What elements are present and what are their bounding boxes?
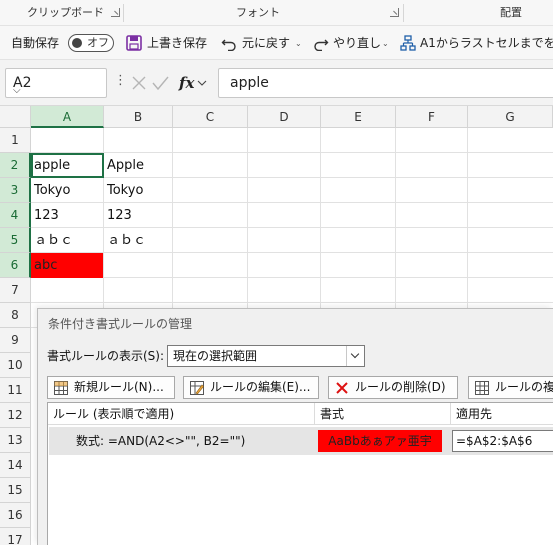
rule-row[interactable]: 数式: =AND(A2<>"", B2="") AaBbあぁアァ亜宇 =$A$2… xyxy=(49,427,553,455)
dialog-title: 条件付き書式ルールの管理 xyxy=(48,317,193,331)
row-header[interactable]: 1 xyxy=(0,128,31,153)
row-header[interactable]: 11 xyxy=(0,378,31,403)
column-header-f[interactable]: F xyxy=(396,106,468,128)
column-header-a[interactable]: A xyxy=(31,106,104,128)
select-to-last-cell-button[interactable]: A1からラストセルまでを選択 xyxy=(420,26,553,60)
ribbon-divider xyxy=(403,4,404,22)
column-header-d[interactable]: D xyxy=(248,106,321,128)
rule-column-header[interactable]: ルール (表示順で適用) xyxy=(48,403,315,425)
row-header[interactable]: 8 xyxy=(0,303,31,328)
show-rules-label: 書式ルールの表示(S): xyxy=(47,349,165,363)
ribbon-group-clipboard: クリップボード xyxy=(27,6,104,19)
name-box-dropdown-icon[interactable]: ⌵ xyxy=(13,77,100,105)
ribbon-group-labels: クリップボード フォント 配置 xyxy=(0,0,553,26)
rules-list: ルール (表示順で適用) 書式 適用先 数式: =AND(A2<>"", B2=… xyxy=(47,402,553,545)
gridline xyxy=(31,277,553,278)
cell-a6[interactable]: abc xyxy=(31,253,103,278)
row-header[interactable]: 2 xyxy=(0,153,31,178)
row-header[interactable]: 10 xyxy=(0,353,31,378)
delete-rule-button[interactable]: ルールの削除(D) xyxy=(328,376,458,399)
undo-dropdown-chevron-icon[interactable]: ⌄ xyxy=(295,39,302,48)
row-header[interactable]: 12 xyxy=(0,403,31,428)
active-cell-border xyxy=(31,153,104,178)
edit-rule-button[interactable]: ルールの編集(E)... xyxy=(183,376,319,399)
row-header[interactable]: 14 xyxy=(0,453,31,478)
duplicate-grid-icon xyxy=(475,381,489,395)
quick-access-toolbar: 自動保存 オフ 上書き保存 元に戻す ⌄ やり直し ⌄ A1からラストセルまでを… xyxy=(0,26,553,60)
more-options-icon[interactable]: ⋮ xyxy=(114,73,127,88)
rule-condition: 数式: =AND(A2<>"", B2="") xyxy=(76,434,246,448)
rule-applies-to-input[interactable]: =$A$2:$A$6 xyxy=(452,430,553,452)
column-header-e[interactable]: E xyxy=(321,106,396,128)
grid-icon xyxy=(54,381,68,395)
toggle-knob xyxy=(72,38,82,48)
cell-b2[interactable]: Apple xyxy=(104,153,172,178)
font-launcher-icon[interactable] xyxy=(390,8,399,17)
format-column-header[interactable]: 書式 xyxy=(315,403,451,425)
insert-function-icon[interactable]: fx xyxy=(178,74,195,92)
delete-rule-label: ルールの削除(D) xyxy=(355,380,446,394)
ribbon-group-alignment: 配置 xyxy=(500,6,522,19)
row-header[interactable]: 9 xyxy=(0,328,31,353)
undo-button[interactable]: 元に戻す xyxy=(242,26,290,60)
edit-grid-icon xyxy=(190,381,204,395)
column-header-b[interactable]: B xyxy=(104,106,173,128)
duplicate-rule-button[interactable]: ルールの複 xyxy=(468,376,553,399)
show-rules-select[interactable]: 現在の選択範囲 xyxy=(167,345,365,367)
cell-b4[interactable]: 123 xyxy=(104,203,172,228)
save-button[interactable]: 上書き保存 xyxy=(147,26,207,60)
row-header[interactable]: 5 xyxy=(0,228,31,253)
redo-icon[interactable] xyxy=(313,35,329,51)
column-header-c[interactable]: C xyxy=(173,106,248,128)
formula-input[interactable]: apple xyxy=(218,68,553,98)
new-rule-label: 新規ルール(N)... xyxy=(74,380,164,394)
row-header[interactable]: 4 xyxy=(0,203,31,228)
row-header[interactable]: 17 xyxy=(0,528,31,545)
undo-icon[interactable] xyxy=(221,35,237,51)
edit-rule-label: ルールの編集(E)... xyxy=(210,380,311,394)
cell-b3[interactable]: Tokyo xyxy=(104,178,172,203)
row-header[interactable]: 6 xyxy=(0,253,31,278)
name-box[interactable]: A2 ⌵ xyxy=(5,68,107,98)
row-header[interactable]: 15 xyxy=(0,478,31,503)
row-header[interactable]: 3 xyxy=(0,178,31,203)
ribbon-divider xyxy=(123,4,124,22)
fx-dropdown-icon xyxy=(197,80,207,86)
row-header[interactable]: 7 xyxy=(0,278,31,303)
new-rule-button[interactable]: 新規ルール(N)... xyxy=(47,376,175,399)
save-icon[interactable] xyxy=(126,35,142,51)
rule-format-preview: AaBbあぁアァ亜宇 xyxy=(318,430,442,452)
select-range-icon[interactable] xyxy=(400,35,416,51)
conditional-formatting-dialog: 条件付き書式ルールの管理 書式ルールの表示(S): 現在の選択範囲 新規ルール(… xyxy=(37,308,553,545)
gridline xyxy=(31,302,553,303)
row-header[interactable]: 13 xyxy=(0,428,31,453)
duplicate-rule-label: ルールの複 xyxy=(495,380,553,394)
redo-button[interactable]: やり直し xyxy=(333,26,381,60)
clipboard-launcher-icon[interactable] xyxy=(111,8,120,17)
show-rules-value: 現在の選択範囲 xyxy=(173,349,258,363)
redo-dropdown-chevron-icon[interactable]: ⌄ xyxy=(382,39,389,48)
formula-buttons: fx xyxy=(132,74,207,92)
autosave-label: 自動保存 xyxy=(11,36,60,50)
ribbon-group-font: フォント xyxy=(236,6,280,19)
cell-a3[interactable]: Tokyo xyxy=(31,178,103,203)
applies-to-column-header[interactable]: 適用先 xyxy=(451,403,553,425)
cell-a4[interactable]: 123 xyxy=(31,203,103,228)
autosave-toggle[interactable]: オフ xyxy=(68,34,114,52)
cancel-icon[interactable] xyxy=(132,76,146,90)
autosave-state: オフ xyxy=(87,36,109,49)
formula-bar: A2 ⌵ ⋮ fx apple xyxy=(0,60,553,106)
chevron-down-icon[interactable] xyxy=(346,346,364,366)
column-header-g[interactable]: G xyxy=(468,106,553,128)
delete-x-icon xyxy=(336,382,348,394)
cell-a5[interactable]: ａｂｃ xyxy=(31,228,103,253)
enter-icon[interactable] xyxy=(152,76,169,91)
select-all-corner[interactable] xyxy=(0,106,31,128)
row-header[interactable]: 16 xyxy=(0,503,31,528)
cell-b5[interactable]: ａｂｃ xyxy=(104,228,172,253)
formula-value: apple xyxy=(230,75,269,91)
